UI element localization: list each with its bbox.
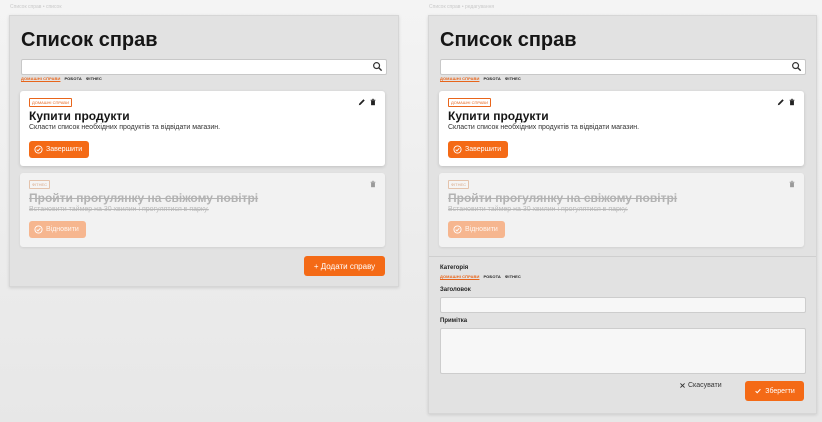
window-caption: Список справ • список [10,4,62,10]
search-icon[interactable] [372,61,383,72]
task-title: Купити продукти [448,109,549,123]
restore-button[interactable]: Відновити [448,221,505,238]
todo-list-panel: Список справ ДОМАШНІ СПРАВИ РОБОТА ФІТНЕ… [9,15,399,287]
category-badge: ДОМАШНІ СПРАВИ [29,98,72,107]
save-button-label: Зберегти [765,387,795,395]
task-actions [358,98,377,106]
todo-edit-panel: Список справ ДОМАШНІ СПРАВИ РОБОТА ФІТНЕ… [428,15,817,414]
task-note: Встановити таймер на 30 хвилин і прогуля… [29,206,209,213]
add-task-button-label: + Додати справу [313,261,376,271]
restore-button-label: Відновити [465,226,498,233]
check-circle-icon [34,145,43,154]
delete-icon[interactable] [788,98,796,106]
task-card-completed: ФІТНЕС Пройти прогулянку на свіжому пові… [20,173,385,247]
check-icon [755,388,762,394]
window-caption: Список справ • редагування [429,4,495,10]
page-title: Список справ [440,29,577,51]
category-filters: ДОМАШНІ СПРАВИ РОБОТА ФІТНЕС [440,76,521,81]
delete-icon[interactable] [369,180,377,188]
check-circle-icon [453,225,462,234]
category-badge: ФІТНЕС [448,180,470,189]
title-label: Заголовок [440,287,471,293]
cancel-button[interactable]: Скасувати [679,382,722,389]
category-badge: ДОМАШНІ СПРАВИ [448,98,491,107]
delete-icon[interactable] [369,98,377,106]
task-actions [369,180,377,188]
form-category-home[interactable]: ДОМАШНІ СПРАВИ [440,274,479,279]
form-category-options: ДОМАШНІ СПРАВИ РОБОТА ФІТНЕС [440,274,521,279]
filter-fitness[interactable]: ФІТНЕС [505,76,521,81]
task-actions [777,98,796,106]
cancel-button-label: Скасувати [688,382,722,389]
task-title: Купити продукти [29,109,130,123]
restore-button-label: Відновити [46,226,79,233]
filter-fitness[interactable]: ФІТНЕС [86,76,102,81]
filter-home[interactable]: ДОМАШНІ СПРАВИ [440,76,479,81]
search-input[interactable] [21,59,387,75]
task-note: Скласти список необхідних продуктів та в… [29,124,221,131]
page-title: Список справ [21,29,158,51]
restore-button[interactable]: Відновити [29,221,86,238]
task-actions [788,180,796,188]
filter-home[interactable]: ДОМАШНІ СПРАВИ [21,76,60,81]
form-divider [429,256,816,257]
form-category-work[interactable]: РОБОТА [483,274,500,279]
complete-button[interactable]: Завершити [448,141,509,158]
task-note: Скласти список необхідних продуктів та в… [448,124,640,131]
close-icon [680,383,685,388]
category-filters: ДОМАШНІ СПРАВИ РОБОТА ФІТНЕС [21,76,102,81]
task-title: Пройти прогулянку на свіжому повітрі [29,191,259,205]
check-circle-icon [34,225,43,234]
save-button[interactable]: Зберегти [745,381,804,401]
task-note: Встановити таймер на 30 хвилин і прогуля… [448,206,628,213]
task-card-completed: ФІТНЕС Пройти прогулянку на свіжому пові… [439,173,804,247]
note-field[interactable] [440,328,806,374]
edit-icon[interactable] [358,98,366,106]
add-task-button[interactable]: + Додати справу [304,256,385,276]
delete-icon[interactable] [788,180,796,188]
search-icon[interactable] [791,61,802,72]
edit-icon[interactable] [777,98,785,106]
note-label: Примітка [440,318,468,324]
check-circle-icon [453,145,462,154]
complete-button-label: Завершити [465,146,502,153]
category-label: Категорія [440,265,469,271]
task-card: ДОМАШНІ СПРАВИ Купити продукти Скласти с… [439,91,804,166]
complete-button[interactable]: Завершити [29,141,90,158]
complete-button-label: Завершити [46,146,83,153]
task-card: ДОМАШНІ СПРАВИ Купити продукти Скласти с… [20,91,385,166]
task-title: Пройти прогулянку на свіжому повітрі [448,191,678,205]
filter-work[interactable]: РОБОТА [483,76,500,81]
category-badge: ФІТНЕС [29,180,51,189]
title-field[interactable] [440,297,806,313]
search-input[interactable] [440,59,806,75]
filter-work[interactable]: РОБОТА [64,76,81,81]
form-category-fitness[interactable]: ФІТНЕС [505,274,521,279]
